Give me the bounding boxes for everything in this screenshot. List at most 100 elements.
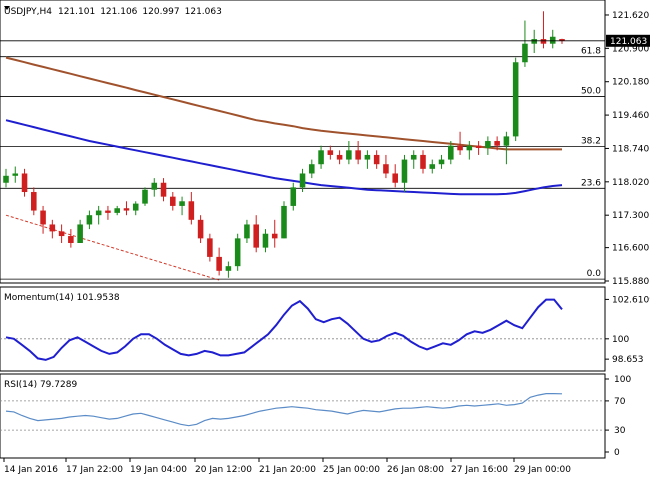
candle-body bbox=[207, 238, 213, 257]
candle-body bbox=[95, 210, 102, 216]
candle-body bbox=[179, 201, 185, 206]
candle-body bbox=[355, 150, 361, 160]
candle-body bbox=[522, 43, 528, 63]
candle-body bbox=[318, 150, 324, 165]
price-tick-label: 118.740 bbox=[612, 144, 649, 154]
time-tick-label: 25 Jan 00:00 bbox=[323, 465, 380, 475]
ohlc-low: 120.997 bbox=[142, 7, 179, 17]
candle-body bbox=[244, 224, 250, 239]
candle-body bbox=[49, 224, 56, 232]
candle-body bbox=[494, 141, 500, 146]
candle-body bbox=[392, 173, 398, 183]
price-tick-label: 121.620 bbox=[612, 11, 649, 21]
candle-body bbox=[21, 173, 28, 193]
candle-body bbox=[346, 150, 352, 160]
candle-body bbox=[58, 231, 65, 237]
candle-body bbox=[299, 173, 306, 188]
candle-body bbox=[336, 154, 343, 160]
candle-body bbox=[438, 159, 445, 165]
candle-body bbox=[420, 154, 426, 169]
candle-body bbox=[262, 233, 269, 248]
time-tick-label: 27 Jan 16:00 bbox=[451, 465, 508, 475]
chart-background bbox=[0, 0, 650, 480]
price-tick-label: 116.600 bbox=[612, 244, 649, 254]
candle-body bbox=[448, 145, 454, 160]
candle-body bbox=[253, 224, 259, 248]
candle-body bbox=[86, 215, 93, 225]
candle-body bbox=[540, 39, 547, 44]
candle-body bbox=[216, 256, 222, 271]
ohlc-high: 121.106 bbox=[100, 7, 137, 17]
symbol-label: USDJPY,H4 bbox=[4, 7, 52, 17]
candle-body bbox=[364, 154, 371, 160]
candle-body bbox=[373, 154, 380, 165]
candle-body bbox=[170, 196, 176, 206]
candle-body bbox=[197, 219, 204, 239]
candle-body bbox=[188, 201, 195, 220]
candle-body bbox=[3, 175, 9, 183]
time-tick-label: 29 Jan 00:00 bbox=[514, 465, 571, 475]
candle-body bbox=[132, 203, 139, 211]
momentum-tick-label: 100 bbox=[612, 335, 629, 345]
candle-body bbox=[105, 210, 111, 213]
candle-body bbox=[160, 182, 167, 197]
fib-label-4: 0.0 bbox=[587, 269, 602, 279]
candle-body bbox=[225, 266, 232, 271]
time-tick-label: 21 Jan 20:00 bbox=[259, 465, 316, 475]
price-tick-label: 120.180 bbox=[612, 78, 649, 88]
time-tick-label: 17 Jan 22:00 bbox=[66, 465, 123, 475]
rsi-tick-label: 0 bbox=[614, 448, 620, 458]
candle-body bbox=[271, 233, 278, 239]
candle-body bbox=[142, 189, 148, 204]
candle-body bbox=[457, 145, 463, 151]
fib-label-2: 38.2 bbox=[581, 137, 601, 147]
price-tick-label: 115.880 bbox=[612, 277, 649, 287]
candle-body bbox=[429, 164, 436, 169]
momentum-tick-label: 98.653 bbox=[612, 355, 644, 365]
fib-label-3: 23.6 bbox=[581, 178, 601, 188]
candle-body bbox=[40, 210, 46, 225]
momentum-title: Momentum(14) 101.9538 bbox=[4, 293, 120, 303]
fib-label-1: 50.0 bbox=[581, 87, 601, 97]
candle-body bbox=[327, 150, 334, 155]
price-tick-label: 117.300 bbox=[612, 211, 649, 221]
price-tick-label: 118.020 bbox=[612, 178, 649, 188]
momentum-tick-label: 102.6109 bbox=[612, 295, 650, 305]
current-price-label: 121.063 bbox=[610, 37, 647, 47]
candle-body bbox=[31, 192, 37, 211]
candle-body bbox=[383, 164, 389, 174]
candle-body bbox=[12, 173, 19, 176]
candle-body bbox=[281, 205, 287, 239]
candle-body bbox=[151, 182, 158, 190]
candle-body bbox=[77, 224, 83, 243]
candle-body bbox=[309, 164, 315, 174]
time-tick-label: 19 Jan 04:00 bbox=[130, 465, 187, 475]
ohlc-open: 121.101 bbox=[58, 7, 95, 17]
candle-body bbox=[549, 36, 556, 44]
fib-label-0: 61.8 bbox=[581, 47, 601, 57]
candle-body bbox=[503, 136, 510, 146]
candle-body bbox=[531, 39, 537, 44]
ohlc-close: 121.063 bbox=[185, 7, 222, 17]
candle-body bbox=[485, 141, 491, 148]
candle-body bbox=[123, 208, 130, 211]
time-tick-label: 26 Jan 08:00 bbox=[387, 465, 444, 475]
time-tick-label: 14 Jan 2016 bbox=[4, 465, 58, 475]
candle-body bbox=[290, 187, 297, 206]
candle-body bbox=[68, 236, 74, 243]
candle-body bbox=[466, 145, 473, 151]
candle-body bbox=[401, 159, 408, 183]
chart-canvas: 61.8 50.0 38.2 23.6 0.0 USDJPY,H4 121.101 121.… bbox=[0, 0, 650, 480]
rsi-title: RSI(14) 79.7289 bbox=[4, 380, 77, 390]
candle-body bbox=[410, 154, 417, 160]
candle-body bbox=[475, 145, 482, 148]
rsi-tick-label: 30 bbox=[614, 426, 626, 436]
candle-body bbox=[114, 208, 120, 213]
rsi-tick-label: 70 bbox=[614, 397, 626, 407]
price-tick-label: 119.460 bbox=[612, 111, 649, 121]
candle-body bbox=[512, 62, 519, 137]
time-tick-label: 20 Jan 12:00 bbox=[195, 465, 252, 475]
candle-body bbox=[234, 238, 241, 267]
price-title: USDJPY,H4 121.101 121.106 120.997 121.063 bbox=[4, 7, 222, 17]
rsi-tick-label: 100 bbox=[614, 375, 631, 385]
